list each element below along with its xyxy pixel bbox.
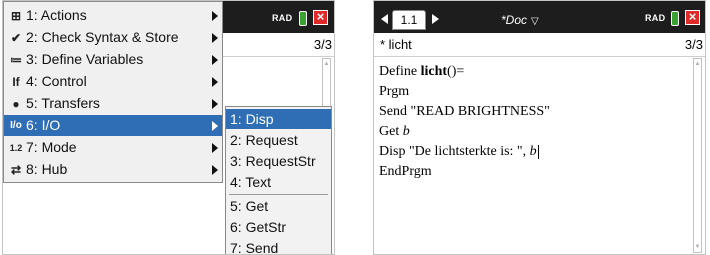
- menu-item-label: 6: I/O: [26, 117, 61, 133]
- submenu-item-getstr[interactable]: 6: GetStr: [226, 217, 331, 237]
- angle-mode-indicator: RAD: [272, 13, 293, 23]
- scroll-up-icon[interactable]: ▲: [694, 60, 701, 68]
- program-name: * licht: [380, 37, 412, 52]
- battery-icon: [671, 11, 679, 26]
- chevron-right-icon: [212, 33, 218, 43]
- document-title[interactable]: *Doc ▽: [501, 13, 539, 27]
- submenu-item-send[interactable]: 7: Send: [226, 238, 331, 254]
- menu-item-hub[interactable]: ⇄ 8: Hub: [4, 159, 222, 180]
- right-editor-header: * licht 3/3: [374, 33, 705, 57]
- code-line-endprgm: EndPrgm: [379, 164, 432, 179]
- submenu-item-disp[interactable]: 1: Disp: [226, 109, 331, 129]
- menu-item-label: 2: Check Syntax & Store: [26, 29, 179, 45]
- program-editor-menu: ⊞ 1: Actions ✔ 2: Check Syntax & Store ≔…: [3, 1, 223, 183]
- submenu-item-get[interactable]: 5: Get: [226, 196, 331, 216]
- chevron-right-icon: [212, 121, 218, 131]
- scroll-up-icon[interactable]: ▲: [323, 60, 330, 68]
- code-line-prgm: Prgm: [379, 84, 410, 99]
- right-title-bar: 1.1 *Doc ▽ RAD ×: [374, 1, 705, 33]
- variable-b: b: [402, 124, 410, 139]
- menu-item-mode[interactable]: 1.2 7: Mode: [4, 137, 222, 158]
- code-line-send: Send "READ BRIGHTNESS": [379, 104, 550, 119]
- program-identifier: licht: [420, 64, 448, 79]
- right-calculator-screen: 1.1 *Doc ▽ RAD × * licht 3/3 Define licht…: [373, 0, 706, 255]
- program-editor[interactable]: Define licht()= Prgm Send "READ BRIGHTNE…: [374, 58, 705, 254]
- left-calculator-screen: RAD × 3/3 ▲ ⊞ 1: Actions ✔ 2: Check Synt…: [2, 0, 335, 255]
- document-title-text: *Doc: [501, 13, 528, 27]
- define-variables-icon: ≔: [10, 53, 22, 67]
- line-counter: 3/3: [684, 37, 703, 52]
- right-scrollbar[interactable]: ▲ ▼: [693, 58, 702, 253]
- disp-statement: Disp "De lichtsterkte is: ",: [379, 144, 530, 159]
- io-icon: I/o: [10, 120, 22, 131]
- menu-item-label: 3: Define Variables: [26, 51, 144, 67]
- previous-page-icon[interactable]: [381, 14, 388, 24]
- menu-item-check-syntax[interactable]: ✔ 2: Check Syntax & Store: [4, 27, 222, 48]
- actions-icon: ⊞: [10, 9, 22, 23]
- chevron-down-icon: ▽: [531, 16, 539, 27]
- menu-item-transfers[interactable]: ● 5: Transfers: [4, 93, 222, 114]
- chevron-right-icon: [212, 55, 218, 65]
- check-syntax-icon: ✔: [10, 31, 22, 45]
- chevron-right-icon: [212, 11, 218, 21]
- menu-item-define-variables[interactable]: ≔ 3: Define Variables: [4, 49, 222, 70]
- submenu-item-text[interactable]: 4: Text: [226, 172, 331, 192]
- menu-item-control[interactable]: If 4: Control: [4, 71, 222, 92]
- angle-mode-indicator: RAD: [645, 13, 666, 23]
- battery-icon: [299, 11, 307, 26]
- menu-item-label: 7: Mode: [26, 139, 77, 155]
- mode-icon: 1.2: [9, 143, 23, 153]
- program-args: ()=: [447, 64, 465, 79]
- code-line-get: Get b: [379, 124, 410, 140]
- define-keyword: Define: [379, 64, 421, 79]
- line-counter: 3/3: [313, 37, 332, 52]
- submenu-item-requeststr[interactable]: 3: RequestStr: [226, 151, 331, 171]
- chevron-right-icon: [212, 99, 218, 109]
- submenu-divider: [229, 194, 328, 195]
- text-cursor: [537, 144, 539, 159]
- get-keyword: Get: [379, 124, 403, 139]
- chevron-right-icon: [212, 165, 218, 175]
- menu-item-label: 8: Hub: [26, 161, 68, 177]
- menu-item-label: 4: Control: [26, 73, 87, 89]
- io-submenu: 1: Disp 2: Request 3: RequestStr 4: Text…: [225, 106, 332, 254]
- code-line-disp: Disp "De lichtsterkte is: ", b: [379, 144, 539, 160]
- control-icon: If: [12, 75, 20, 89]
- next-page-icon[interactable]: [432, 14, 439, 24]
- close-icon[interactable]: ×: [313, 10, 328, 25]
- close-icon[interactable]: ×: [685, 10, 700, 25]
- chevron-right-icon: [212, 143, 218, 153]
- hub-icon: ⇄: [10, 163, 22, 177]
- submenu-item-request[interactable]: 2: Request: [226, 130, 331, 150]
- variable-b: b: [529, 144, 537, 159]
- menu-item-io[interactable]: I/o 6: I/O: [4, 115, 222, 136]
- page-tab[interactable]: 1.1: [392, 10, 426, 30]
- menu-item-label: 1: Actions: [26, 7, 87, 23]
- menu-item-actions[interactable]: ⊞ 1: Actions: [4, 5, 222, 26]
- scroll-down-icon[interactable]: ▼: [694, 243, 701, 251]
- code-line-define: Define licht()=: [379, 64, 464, 80]
- transfers-icon: ●: [12, 97, 20, 111]
- menu-item-label: 5: Transfers: [26, 95, 100, 111]
- chevron-right-icon: [212, 77, 218, 87]
